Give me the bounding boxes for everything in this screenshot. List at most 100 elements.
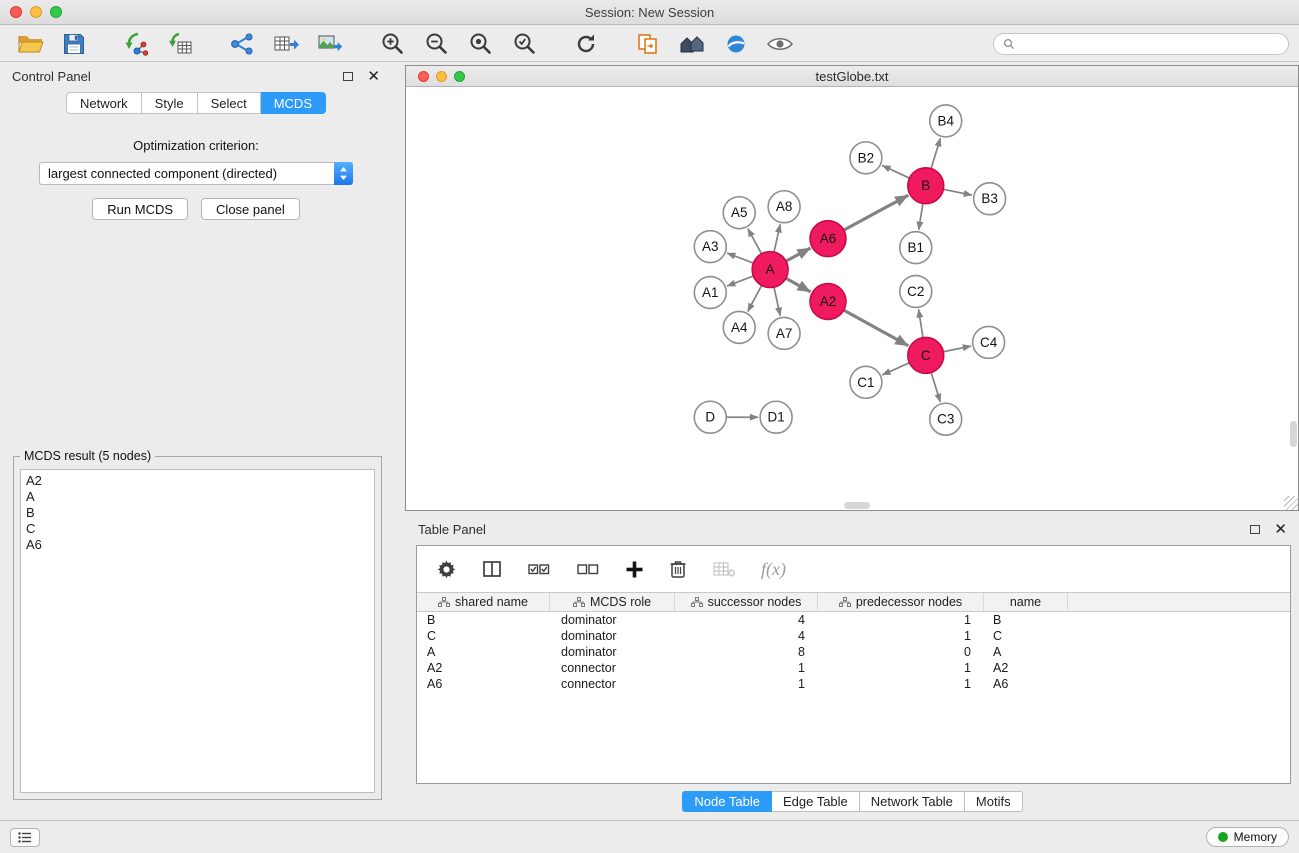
cell-mcds-role[interactable]: dominator	[550, 644, 675, 660]
cell-shared-name[interactable]: B	[417, 612, 550, 628]
zoom-selected-button[interactable]	[504, 28, 544, 60]
search-input[interactable]	[1020, 37, 1279, 51]
float-table-panel-icon[interactable]	[1250, 525, 1260, 534]
network-node[interactable]: C	[908, 337, 944, 373]
cell-mcds-role[interactable]: connector	[550, 660, 675, 676]
network-edge[interactable]	[748, 285, 762, 311]
network-node[interactable]: B	[908, 168, 944, 204]
cell-predecessor-nodes[interactable]: 1	[818, 628, 984, 644]
close-panel-icon[interactable]: ✕	[367, 69, 380, 84]
zoom-in-button[interactable]	[372, 28, 412, 60]
cell-name[interactable]: A2	[984, 660, 1068, 676]
network-node[interactable]: A7	[768, 317, 800, 349]
float-panel-icon[interactable]	[343, 72, 353, 81]
network-node[interactable]: B4	[930, 105, 962, 137]
network-node[interactable]: A1	[694, 277, 726, 309]
network-edge[interactable]	[786, 248, 810, 261]
cell-name[interactable]: A6	[984, 676, 1068, 692]
column-header-mcds-role[interactable]: MCDS role	[550, 593, 675, 611]
show-details-button[interactable]	[760, 28, 800, 60]
memory-button[interactable]: Memory	[1206, 827, 1289, 847]
new-network-from-selection-button[interactable]	[628, 28, 668, 60]
mcds-result-item[interactable]: A2	[26, 473, 369, 489]
cell-filler[interactable]	[1068, 676, 1290, 692]
zoom-fit-button[interactable]	[460, 28, 500, 60]
tab-select[interactable]: Select	[198, 92, 261, 114]
task-history-button[interactable]	[10, 828, 40, 847]
show-columns-button[interactable]	[482, 559, 502, 579]
tab-node-table[interactable]: Node Table	[682, 791, 772, 812]
column-header-predecessor-nodes[interactable]: predecessor nodes	[818, 593, 984, 611]
network-edge[interactable]	[919, 203, 923, 229]
delete-column-button[interactable]	[669, 559, 687, 579]
network-zoom-button[interactable]	[454, 71, 465, 82]
network-node[interactable]: B1	[900, 232, 932, 264]
node-table-body[interactable]: Bdominator41BCdominator41CAdominator80AA…	[417, 612, 1290, 783]
tab-motifs[interactable]: Motifs	[965, 791, 1023, 812]
mcds-result-item[interactable]: B	[26, 505, 369, 521]
horizontal-scrollbar-thumb[interactable]	[844, 502, 870, 509]
cell-successor-nodes[interactable]: 4	[675, 612, 818, 628]
network-node[interactable]: C1	[850, 366, 882, 398]
table-row[interactable]: Adominator80A	[417, 644, 1290, 660]
column-header-shared-name[interactable]: shared name	[417, 593, 550, 611]
network-edge[interactable]	[931, 138, 940, 169]
close-window-button[interactable]	[10, 6, 22, 18]
column-header-name[interactable]: name	[984, 593, 1068, 611]
column-header-successor-nodes[interactable]: successor nodes	[675, 593, 818, 611]
import-table-button[interactable]	[160, 28, 200, 60]
network-node[interactable]: C3	[930, 403, 962, 435]
export-table-button[interactable]	[266, 28, 306, 60]
save-session-button[interactable]	[54, 28, 94, 60]
network-node[interactable]: A6	[810, 221, 846, 257]
tab-network-table[interactable]: Network Table	[860, 791, 965, 812]
network-node[interactable]: B2	[850, 142, 882, 174]
cell-successor-nodes[interactable]: 4	[675, 628, 818, 644]
network-node[interactable]: B3	[974, 183, 1006, 215]
tab-network[interactable]: Network	[66, 92, 142, 114]
network-node[interactable]: A8	[768, 191, 800, 223]
zoom-out-button[interactable]	[416, 28, 456, 60]
network-node[interactable]: C2	[900, 276, 932, 308]
cell-name[interactable]: C	[984, 628, 1068, 644]
table-row[interactable]: A6connector11A6	[417, 676, 1290, 692]
cell-filler[interactable]	[1068, 628, 1290, 644]
network-node[interactable]: A2	[810, 284, 846, 320]
mcds-result-list[interactable]: A2ABCA6	[20, 469, 375, 793]
network-edge[interactable]	[943, 189, 972, 195]
cell-mcds-role[interactable]: connector	[550, 676, 675, 692]
mcds-result-item[interactable]: A6	[26, 537, 369, 553]
close-panel-button[interactable]: Close panel	[201, 198, 300, 220]
select-all-button[interactable]	[527, 559, 551, 579]
network-node[interactable]: D1	[760, 401, 792, 433]
function-builder-button[interactable]: f(x)	[761, 559, 786, 580]
cell-predecessor-nodes[interactable]: 1	[818, 676, 984, 692]
open-session-button[interactable]	[10, 28, 50, 60]
cell-shared-name[interactable]: C	[417, 628, 550, 644]
style-brush-button[interactable]	[716, 28, 756, 60]
table-row[interactable]: A2connector11A2	[417, 660, 1290, 676]
tab-style[interactable]: Style	[142, 92, 198, 114]
cell-shared-name[interactable]: A2	[417, 660, 550, 676]
export-image-button[interactable]	[310, 28, 350, 60]
network-edge[interactable]	[748, 228, 762, 253]
network-close-button[interactable]	[418, 71, 429, 82]
network-edge[interactable]	[882, 363, 909, 375]
network-edge[interactable]	[727, 253, 753, 263]
network-node[interactable]: D	[694, 401, 726, 433]
add-column-button[interactable]	[625, 560, 644, 579]
network-edge[interactable]	[786, 278, 811, 292]
network-node[interactable]: A5	[723, 197, 755, 229]
cell-shared-name[interactable]: A	[417, 644, 550, 660]
cell-name[interactable]: B	[984, 612, 1068, 628]
cell-mcds-role[interactable]: dominator	[550, 628, 675, 644]
network-window-titlebar[interactable]: testGlobe.txt	[406, 66, 1298, 87]
zoom-window-button[interactable]	[50, 6, 62, 18]
cell-shared-name[interactable]: A6	[417, 676, 550, 692]
run-mcds-button[interactable]: Run MCDS	[92, 198, 188, 220]
network-edge[interactable]	[943, 346, 971, 352]
close-table-panel-icon[interactable]: ✕	[1274, 522, 1287, 537]
delete-table-button[interactable]	[712, 559, 736, 579]
network-overview-button[interactable]	[672, 28, 712, 60]
cell-filler[interactable]	[1068, 660, 1290, 676]
